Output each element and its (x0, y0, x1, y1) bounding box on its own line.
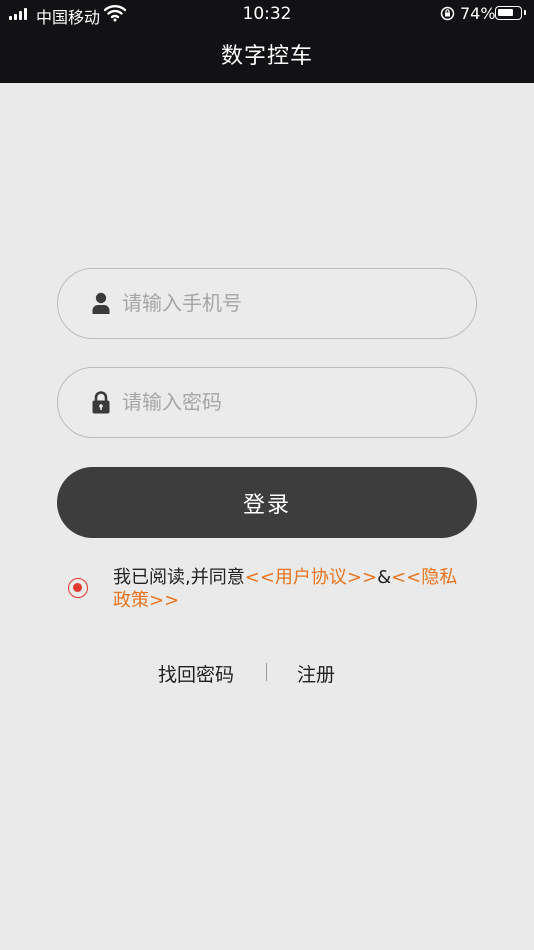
user-agreement-link[interactable]: <<用户协议>> (245, 567, 377, 588)
password-field[interactable] (57, 367, 477, 438)
phone-field[interactable] (57, 268, 477, 339)
status-bar: 中国移动 10:32 74% (0, 0, 534, 28)
agreement-prefix: 我已阅读,并同意 (113, 567, 245, 588)
password-input[interactable] (122, 382, 452, 422)
top-bar: 中国移动 10:32 74% 数字控车 (0, 0, 534, 83)
register-link[interactable]: 注册 (297, 660, 335, 687)
battery-icon (495, 6, 526, 20)
find-password-link[interactable]: 找回密码 (158, 660, 234, 687)
radio-selected-dot (73, 583, 82, 592)
agreement-joiner: & (377, 567, 392, 588)
lock-icon (92, 391, 110, 414)
rotation-lock-icon (440, 6, 455, 21)
agreement-radio[interactable] (68, 578, 88, 598)
login-button[interactable]: 登录 (57, 467, 477, 538)
agreement-text: 我已阅读,并同意<<用户协议>>&<<隐私政策>> (113, 566, 473, 612)
link-divider (266, 663, 267, 681)
battery-percent: 74% (460, 4, 496, 23)
user-icon (92, 292, 110, 314)
phone-input[interactable] (122, 283, 452, 323)
page-title: 数字控车 (220, 44, 313, 69)
footer-links: 找回密码 注册 (0, 660, 534, 686)
